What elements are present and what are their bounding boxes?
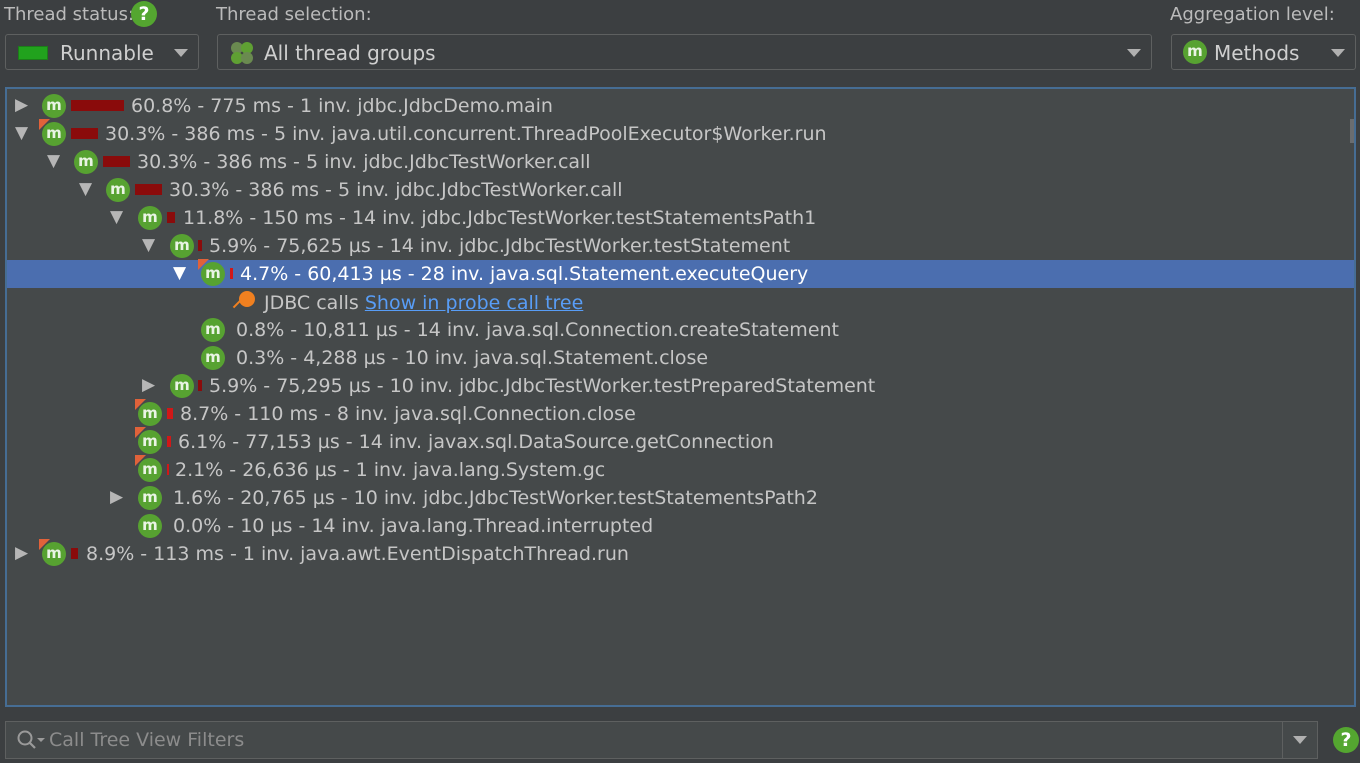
method-icon: m	[39, 539, 66, 566]
aggregation-level-label: Aggregation level:	[1170, 4, 1335, 25]
thread-groups-icon	[230, 41, 254, 65]
row-text: 0.8% - 10,811 µs - 14 inv. java.sql.Conn…	[236, 319, 839, 341]
thread-selection-value: All thread groups	[264, 41, 436, 65]
row-text: 0.3% - 4,288 µs - 10 inv. java.sql.State…	[236, 347, 709, 369]
collapse-arrow-icon[interactable]: ▼	[110, 207, 123, 227]
thread-status-value: Runnable	[60, 41, 154, 65]
tree-row[interactable]: ▼ m 30.3% - 386 ms - 5 inv. jdbc.JdbcTes…	[7, 176, 1354, 204]
expand-arrow-icon[interactable]: ▶	[15, 95, 28, 115]
row-text: 1.6% - 20,765 µs - 10 inv. jdbc.JdbcTest…	[173, 487, 818, 509]
method-icon: m	[170, 234, 194, 258]
collapse-arrow-icon[interactable]: ▼	[47, 151, 60, 171]
aggregation-level-value: Methods	[1214, 41, 1300, 65]
method-icon: m	[170, 374, 194, 398]
method-icon: m	[198, 259, 225, 286]
method-icon: m	[138, 486, 162, 510]
expand-arrow-icon[interactable]: ▶	[15, 543, 28, 563]
tree-row[interactable]: m 6.1% - 77,153 µs - 14 inv. javax.sql.D…	[7, 427, 1354, 456]
chevron-down-icon	[1127, 49, 1141, 57]
runnable-status-icon	[18, 46, 48, 60]
thread-status-label: Thread status:	[4, 4, 135, 25]
percent-bar	[167, 212, 175, 223]
filter-placeholder: Call Tree View Filters	[49, 729, 245, 751]
call-tree[interactable]: ▶ m 60.8% - 775 ms - 1 inv. jdbc.JdbcDem…	[5, 87, 1356, 707]
expand-arrow-icon[interactable]: ▶	[142, 375, 155, 395]
row-text: 60.8% - 775 ms - 1 inv. jdbc.JdbcDemo.ma…	[131, 95, 553, 117]
method-icon: m	[42, 94, 66, 118]
tree-row[interactable]: ▶ m 1.6% - 20,765 µs - 10 inv. jdbc.Jdbc…	[7, 484, 1354, 512]
percent-bar	[167, 408, 173, 419]
method-icon: m	[138, 206, 162, 230]
chevron-down-icon	[174, 49, 188, 57]
tree-row[interactable]: m 0.0% - 10 µs - 14 inv. java.lang.Threa…	[7, 512, 1354, 540]
filter-dropdown-button[interactable]	[1282, 722, 1317, 758]
row-text: 4.7% - 60,413 µs - 28 inv. java.sql.Stat…	[240, 263, 809, 285]
tree-row[interactable]: m 0.3% - 4,288 µs - 10 inv. java.sql.Sta…	[7, 344, 1354, 372]
collapse-arrow-icon[interactable]: ▼	[142, 235, 155, 255]
method-icon: m	[74, 150, 98, 174]
method-icon: m	[1183, 40, 1207, 64]
percent-bar	[71, 100, 124, 111]
tree-row[interactable]: ▶ m 8.9% - 113 ms - 1 inv. java.awt.Even…	[7, 539, 1354, 568]
row-text: 30.3% - 386 ms - 5 inv. java.util.concur…	[105, 123, 827, 145]
tree-row[interactable]: ▼ m 30.3% - 386 ms - 5 inv. java.util.co…	[7, 119, 1354, 148]
tree-row[interactable]: ▶ m 60.8% - 775 ms - 1 inv. jdbc.JdbcDem…	[7, 92, 1354, 120]
method-icon: m	[138, 514, 162, 538]
tree-row-selected[interactable]: ▼ m 4.7% - 60,413 µs - 28 inv. java.sql.…	[7, 259, 1354, 288]
tree-row[interactable]: m 0.8% - 10,811 µs - 14 inv. java.sql.Co…	[7, 316, 1354, 344]
method-icon: m	[201, 318, 225, 342]
search-icon[interactable]	[16, 729, 46, 751]
probe-pin-icon	[239, 291, 255, 307]
help-icon[interactable]: ?	[1333, 727, 1359, 753]
call-tree-view-filter[interactable]: Call Tree View Filters	[5, 721, 1318, 759]
method-icon: m	[135, 399, 162, 426]
thread-status-dropdown[interactable]: Runnable	[5, 34, 199, 70]
row-text: 30.3% - 386 ms - 5 inv. jdbc.JdbcTestWor…	[169, 179, 623, 201]
row-text: 5.9% - 75,295 µs - 10 inv. jdbc.JdbcTest…	[209, 375, 876, 397]
method-icon: m	[135, 427, 162, 454]
tree-row[interactable]: m 8.7% - 110 ms - 8 inv. java.sql.Connec…	[7, 399, 1354, 428]
tree-row[interactable]: JDBC calls Show in probe call tree	[7, 289, 1354, 317]
collapse-arrow-icon[interactable]: ▼	[173, 263, 186, 283]
percent-bar	[167, 464, 169, 475]
method-icon: m	[106, 178, 130, 202]
collapse-arrow-icon[interactable]: ▼	[15, 123, 28, 143]
row-text: 5.9% - 75,625 µs - 14 inv. jdbc.JdbcTest…	[209, 235, 791, 257]
show-in-probe-call-tree-link[interactable]: Show in probe call tree	[365, 292, 583, 314]
row-text: 0.0% - 10 µs - 14 inv. java.lang.Thread.…	[173, 515, 654, 537]
help-icon[interactable]: ?	[131, 1, 157, 27]
row-text: 30.3% - 386 ms - 5 inv. jdbc.JdbcTestWor…	[137, 151, 591, 173]
thread-selection-label: Thread selection:	[216, 4, 372, 25]
percent-bar	[71, 128, 98, 139]
vertical-scrollbar[interactable]	[1350, 119, 1354, 143]
chevron-down-icon	[1293, 736, 1307, 744]
method-icon: m	[135, 455, 162, 482]
method-icon: m	[39, 119, 66, 146]
percent-bar	[198, 380, 202, 391]
percent-bar	[167, 436, 171, 447]
collapse-arrow-icon[interactable]: ▼	[79, 179, 92, 199]
tree-row[interactable]: m 2.1% - 26,636 µs - 1 inv. java.lang.Sy…	[7, 455, 1354, 484]
row-text: JDBC calls Show in probe call tree	[264, 292, 584, 314]
tree-row[interactable]: ▼ m 11.8% - 150 ms - 14 inv. jdbc.JdbcTe…	[7, 204, 1354, 232]
percent-bar	[230, 268, 233, 279]
chevron-down-icon	[1331, 49, 1345, 57]
method-icon: m	[201, 346, 225, 370]
row-text: 8.9% - 113 ms - 1 inv. java.awt.EventDis…	[86, 543, 629, 565]
expand-arrow-icon[interactable]: ▶	[110, 487, 123, 507]
row-text: 8.7% - 110 ms - 8 inv. java.sql.Connecti…	[180, 403, 636, 425]
row-text: 6.1% - 77,153 µs - 14 inv. javax.sql.Dat…	[178, 431, 774, 453]
percent-bar	[135, 184, 162, 195]
tree-row[interactable]: ▼ m 5.9% - 75,625 µs - 14 inv. jdbc.Jdbc…	[7, 232, 1354, 260]
tree-row[interactable]: ▼ m 30.3% - 386 ms - 5 inv. jdbc.JdbcTes…	[7, 148, 1354, 176]
percent-bar	[71, 548, 78, 559]
percent-bar	[103, 156, 130, 167]
tree-row[interactable]: ▶ m 5.9% - 75,295 µs - 10 inv. jdbc.Jdbc…	[7, 372, 1354, 400]
percent-bar	[198, 240, 202, 251]
thread-selection-dropdown[interactable]: All thread groups	[217, 34, 1152, 70]
row-text: 2.1% - 26,636 µs - 1 inv. java.lang.Syst…	[175, 459, 606, 481]
aggregation-level-dropdown[interactable]: m Methods	[1171, 34, 1356, 70]
row-text: 11.8% - 150 ms - 14 inv. jdbc.JdbcTestWo…	[183, 207, 817, 229]
